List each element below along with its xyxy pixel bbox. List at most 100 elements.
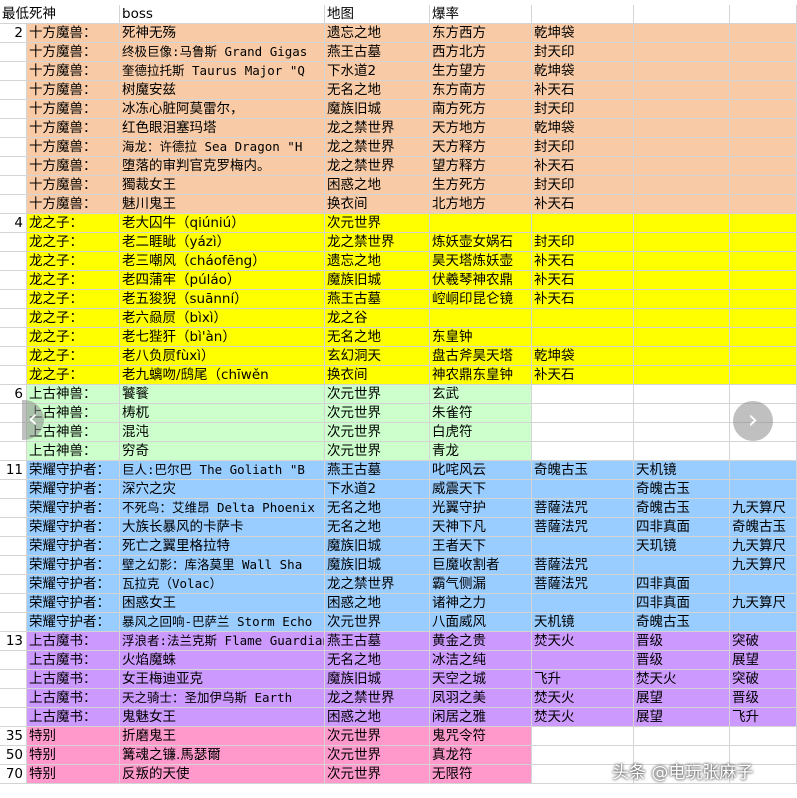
- table-cell[interactable]: 十方魔兽：: [27, 43, 120, 62]
- table-cell[interactable]: 奇魄古玉: [634, 499, 730, 518]
- table-cell[interactable]: 老五狻猊（suānní）: [120, 290, 325, 309]
- table-cell[interactable]: 魅川鬼王: [120, 195, 325, 214]
- table-cell[interactable]: 老四蒲牢（púláo）: [120, 271, 325, 290]
- table-cell[interactable]: 补天石: [532, 157, 634, 176]
- table-cell[interactable]: [634, 556, 730, 575]
- table-cell[interactable]: 次元世界: [325, 423, 430, 442]
- table-cell[interactable]: 龙之子：: [27, 290, 120, 309]
- table-cell[interactable]: 荣耀守护者：: [27, 499, 120, 518]
- table-cell[interactable]: 次元世界: [325, 727, 430, 746]
- table-cell[interactable]: 崆峒印昆仑镜: [430, 290, 532, 309]
- level-cell[interactable]: [0, 271, 27, 290]
- grid-cell[interactable]: [730, 5, 797, 24]
- table-cell[interactable]: [730, 62, 797, 81]
- table-cell[interactable]: 困惑之地: [325, 594, 430, 613]
- table-cell[interactable]: 反叛的天使: [120, 765, 325, 784]
- table-cell[interactable]: 四非真面: [634, 518, 730, 537]
- level-cell[interactable]: 13: [0, 632, 27, 651]
- table-cell[interactable]: 龙之子：: [27, 214, 120, 233]
- table-cell[interactable]: 威震天下: [430, 480, 532, 499]
- table-cell[interactable]: 次元世界: [325, 404, 430, 423]
- table-cell[interactable]: 补天石: [532, 81, 634, 100]
- level-cell[interactable]: [0, 176, 27, 195]
- table-cell[interactable]: 老八负屃fùxì）: [120, 347, 325, 366]
- table-cell[interactable]: 光翼守护: [430, 499, 532, 518]
- header-cell[interactable]: boss: [120, 5, 325, 24]
- table-cell[interactable]: [730, 138, 797, 157]
- table-cell[interactable]: [730, 613, 797, 632]
- level-cell[interactable]: [0, 43, 27, 62]
- table-cell[interactable]: [634, 157, 730, 176]
- table-cell[interactable]: 叱咤风云: [430, 461, 532, 480]
- table-cell[interactable]: [730, 176, 797, 195]
- table-cell[interactable]: 死神无殇: [120, 24, 325, 43]
- table-cell[interactable]: 饕餮: [120, 385, 325, 404]
- table-cell[interactable]: 下水道2: [325, 62, 430, 81]
- table-cell[interactable]: 折磨鬼王: [120, 727, 325, 746]
- table-cell[interactable]: 天之骑士：圣加伊乌斯 Earth: [120, 689, 325, 708]
- table-cell[interactable]: 上古魔书：: [27, 689, 120, 708]
- table-cell[interactable]: 女王梅迪亚克: [120, 670, 325, 689]
- table-cell[interactable]: 篝魂之镰.馬瑟爾: [120, 746, 325, 765]
- level-cell[interactable]: [0, 594, 27, 613]
- grid-cell[interactable]: [634, 5, 730, 24]
- table-cell[interactable]: 无名之地: [325, 518, 430, 537]
- table-cell[interactable]: [730, 100, 797, 119]
- table-cell[interactable]: 壁之幻影：库洛莫里 Wall Sha: [120, 556, 325, 575]
- table-cell[interactable]: 荣耀守护者：: [27, 480, 120, 499]
- table-cell[interactable]: 次元世界: [325, 214, 430, 233]
- table-cell[interactable]: [730, 366, 797, 385]
- table-cell[interactable]: [730, 24, 797, 43]
- table-cell[interactable]: [730, 385, 797, 404]
- table-cell[interactable]: 次元世界: [325, 746, 430, 765]
- table-cell[interactable]: 天玑镜: [634, 537, 730, 556]
- table-cell[interactable]: 老七狴犴（bì'àn）: [120, 328, 325, 347]
- table-cell[interactable]: 燕王古墓: [325, 461, 430, 480]
- table-cell[interactable]: 东方西方: [430, 24, 532, 43]
- table-cell[interactable]: [634, 442, 730, 461]
- table-cell[interactable]: 巨魔收割者: [430, 556, 532, 575]
- level-cell[interactable]: [0, 651, 27, 670]
- table-cell[interactable]: 晋级: [730, 689, 797, 708]
- table-cell[interactable]: 九天算尺: [730, 499, 797, 518]
- table-cell[interactable]: 封天印: [532, 176, 634, 195]
- table-cell[interactable]: [634, 252, 730, 271]
- grid-cell[interactable]: [634, 727, 730, 746]
- table-cell[interactable]: [532, 385, 634, 404]
- table-cell[interactable]: 龙之禁世界: [325, 689, 430, 708]
- level-cell[interactable]: [0, 119, 27, 138]
- table-cell[interactable]: 魔族旧城: [325, 556, 430, 575]
- table-cell[interactable]: 补天石: [532, 290, 634, 309]
- table-cell[interactable]: 深穴之灾: [120, 480, 325, 499]
- table-cell[interactable]: [634, 138, 730, 157]
- table-cell[interactable]: 龙之子：: [27, 233, 120, 252]
- grid-cell[interactable]: [532, 727, 634, 746]
- table-cell[interactable]: 鬼咒令符: [430, 727, 532, 746]
- table-cell[interactable]: 龙之谷: [325, 309, 430, 328]
- level-cell[interactable]: [0, 689, 27, 708]
- table-cell[interactable]: 燕王古墓: [325, 43, 430, 62]
- table-cell[interactable]: [430, 309, 532, 328]
- table-cell[interactable]: 不死鸟：艾维昂 Delta Phoenix: [120, 499, 325, 518]
- table-cell[interactable]: 十方魔兽：: [27, 100, 120, 119]
- table-cell[interactable]: [430, 214, 532, 233]
- table-cell[interactable]: [634, 290, 730, 309]
- table-cell[interactable]: 补天石: [532, 195, 634, 214]
- table-cell[interactable]: 十方魔兽：: [27, 62, 120, 81]
- table-cell[interactable]: 暴风之回响-巴萨兰 Storm Echo: [120, 613, 325, 632]
- level-cell[interactable]: [0, 138, 27, 157]
- level-cell[interactable]: [0, 575, 27, 594]
- table-cell[interactable]: 无限符: [430, 765, 532, 784]
- table-cell[interactable]: 封天印: [532, 233, 634, 252]
- table-cell[interactable]: 菩薩法咒: [532, 499, 634, 518]
- table-cell[interactable]: 困惑之地: [325, 176, 430, 195]
- level-cell[interactable]: [0, 81, 27, 100]
- table-cell[interactable]: 堕落的审判官克罗梅内。: [120, 157, 325, 176]
- table-cell[interactable]: 奎德拉托斯 Taurus Major "Q: [120, 62, 325, 81]
- table-cell[interactable]: 展望: [634, 708, 730, 727]
- level-cell[interactable]: [0, 100, 27, 119]
- level-cell[interactable]: [0, 670, 27, 689]
- table-cell[interactable]: 乾坤袋: [532, 119, 634, 138]
- table-cell[interactable]: 东方南方: [430, 81, 532, 100]
- table-cell[interactable]: 王者天下: [430, 537, 532, 556]
